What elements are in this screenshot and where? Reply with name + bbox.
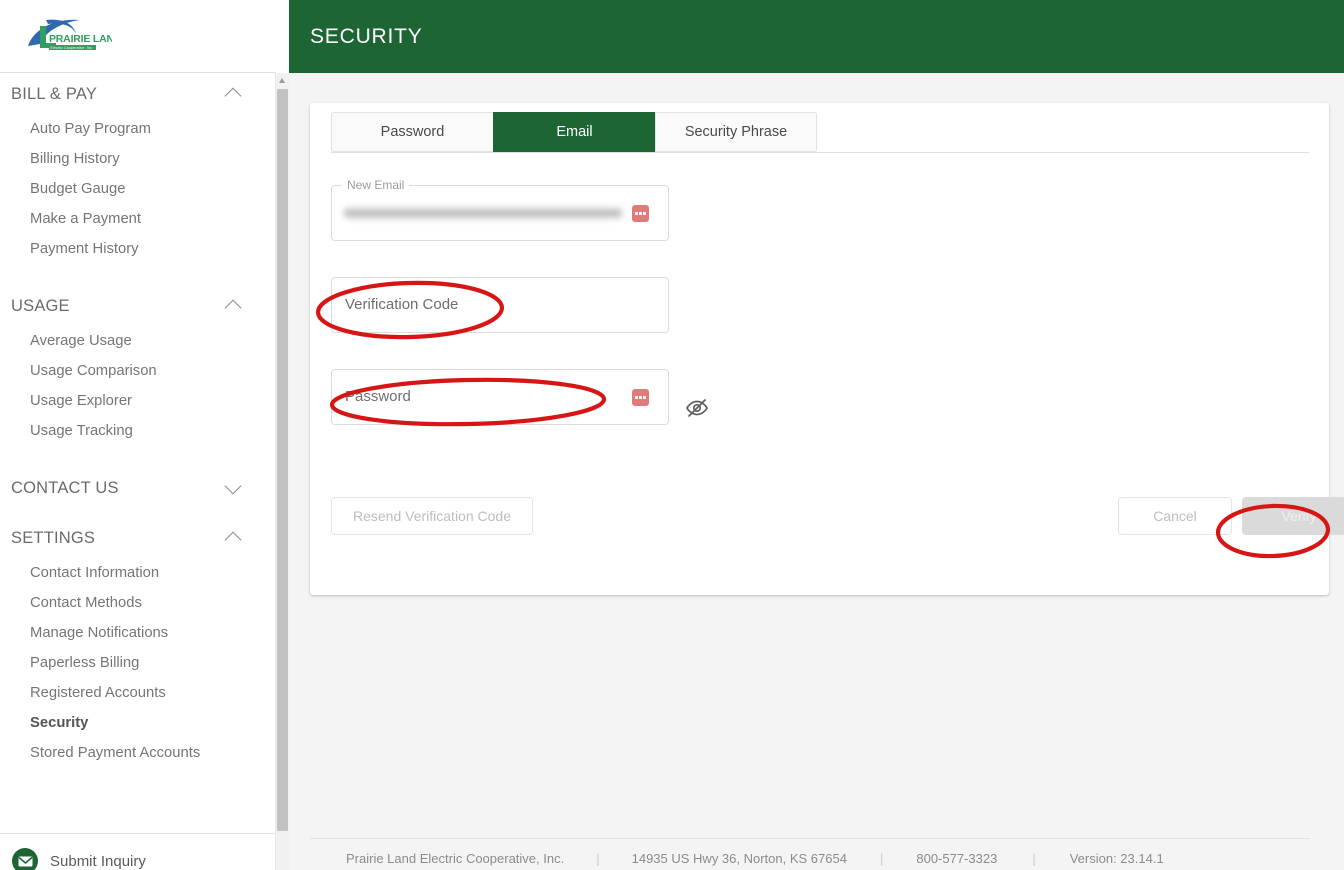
sidebar-item-label: Billing History <box>30 151 120 167</box>
verify-button[interactable]: Verify <box>1242 497 1344 535</box>
sidebar-scrollbar[interactable] <box>275 73 289 843</box>
sidebar-item-budget-gauge[interactable]: Budget Gauge <box>0 174 276 204</box>
sidebar-item-label: Registered Accounts <box>30 685 166 701</box>
prairie-land-logo[interactable]: PRAIRIE LAND Electric Cooperative, Inc. <box>16 12 122 60</box>
eye-off-icon[interactable] <box>685 396 709 420</box>
chevron-up-icon[interactable] <box>226 86 242 102</box>
sidebar-item-label: Budget Gauge <box>30 181 126 197</box>
submit-inquiry-button[interactable]: Submit Inquiry <box>0 834 276 870</box>
sidebar-item-label: Payment History <box>30 241 139 257</box>
footer-separator: | <box>879 850 884 866</box>
sidebar-group-label: SETTINGS <box>11 528 96 547</box>
sidebar-item-make-a-payment[interactable]: Make a Payment <box>0 204 276 234</box>
sidebar-nav[interactable]: BILL & PAY Auto Pay Program Billing Hist… <box>0 74 276 830</box>
main-content: Password Email Security Phrase New Email… <box>289 73 1344 870</box>
password-manager-icon[interactable] <box>632 389 649 406</box>
footer-divider <box>310 838 1310 839</box>
sidebar-item-label: Usage Explorer <box>30 393 132 409</box>
chevron-down-icon[interactable] <box>226 480 242 496</box>
sidebar-item-average-usage[interactable]: Average Usage <box>0 326 276 356</box>
sidebar-item-manage-notifications[interactable]: Manage Notifications <box>0 618 276 648</box>
page-header: SECURITY <box>289 0 1344 73</box>
sidebar-item-label: Manage Notifications <box>30 625 169 641</box>
svg-text:Electric Cooperative, Inc.: Electric Cooperative, Inc. <box>51 46 94 50</box>
sidebar-item-security[interactable]: Security <box>0 708 276 738</box>
sidebar-item-auto-pay-program[interactable]: Auto Pay Program <box>0 114 276 144</box>
new-email-redacted-value <box>344 206 622 220</box>
sidebar-item-label: Paperless Billing <box>30 655 140 671</box>
sidebar-item-payment-history[interactable]: Payment History <box>0 234 276 264</box>
sidebar-item-usage-tracking[interactable]: Usage Tracking <box>0 416 276 446</box>
sidebar-group-settings[interactable]: SETTINGS <box>0 518 276 558</box>
tab-label: Security Phrase <box>684 124 788 140</box>
sidebar-group-usage[interactable]: USAGE <box>0 286 276 326</box>
footer: Prairie Land Electric Cooperative, Inc. … <box>310 846 1320 870</box>
footer-version: Version: 23.14.1 <box>1069 850 1164 866</box>
footer-separator: | <box>1032 850 1036 866</box>
svg-text:PRAIRIE LAND: PRAIRIE LAND <box>49 33 112 45</box>
sidebar-footer: Submit Inquiry <box>0 833 276 870</box>
footer-company: Prairie Land Electric Cooperative, Inc. <box>346 850 565 866</box>
sidebar-group-label: USAGE <box>11 296 70 315</box>
tab-password[interactable]: Password <box>331 112 493 152</box>
logo-area: PRAIRIE LAND Electric Cooperative, Inc. <box>0 0 276 73</box>
cancel-button[interactable]: Cancel <box>1118 497 1232 535</box>
new-email-label: New Email <box>342 178 410 192</box>
sidebar-item-label: Contact Methods <box>30 595 142 611</box>
sidebar-item-label: Usage Tracking <box>30 423 133 439</box>
sidebar-item-label: Contact Information <box>30 565 160 581</box>
footer-phone: 800-577-3323 <box>916 850 998 866</box>
submit-inquiry-label: Submit Inquiry <box>50 852 146 870</box>
envelope-icon <box>12 848 38 870</box>
tab-label: Password <box>380 124 445 140</box>
sidebar-item-stored-payment-accounts[interactable]: Stored Payment Accounts <box>0 738 276 768</box>
sidebar-item-label: Stored Payment Accounts <box>30 745 201 761</box>
sidebar-item-registered-accounts[interactable]: Registered Accounts <box>0 678 276 708</box>
scrollbar-thumb[interactable] <box>277 89 288 831</box>
security-card: Password Email Security Phrase New Email… <box>310 103 1344 595</box>
chevron-up-icon[interactable] <box>226 298 242 314</box>
page-title: SECURITY <box>310 24 423 48</box>
chevron-up-icon[interactable] <box>226 530 242 546</box>
tab-label: Email <box>556 124 593 140</box>
cancel-label: Cancel <box>1153 508 1197 524</box>
verify-label: Verify <box>1281 508 1317 524</box>
sidebar-item-billing-history[interactable]: Billing History <box>0 144 276 174</box>
sidebar-item-paperless-billing[interactable]: Paperless Billing <box>0 648 276 678</box>
resend-verification-code-button[interactable]: Resend Verification Code <box>331 497 533 535</box>
sidebar-item-contact-information[interactable]: Contact Information <box>0 558 276 588</box>
footer-separator: | <box>596 850 600 866</box>
tab-security-phrase[interactable]: Security Phrase <box>655 112 817 152</box>
sidebar-item-usage-explorer[interactable]: Usage Explorer <box>0 386 276 416</box>
sidebar-group-contact-us[interactable]: CONTACT US <box>0 468 276 508</box>
tab-email[interactable]: Email <box>493 112 655 152</box>
tabs-divider <box>331 152 1309 153</box>
verification-code-placeholder: Verification Code <box>345 296 459 313</box>
sidebar-item-contact-methods[interactable]: Contact Methods <box>0 588 276 618</box>
sidebar-item-label: Make a Payment <box>30 211 142 227</box>
sidebar-group-bill-and-pay[interactable]: BILL & PAY <box>0 74 276 114</box>
sidebar-item-label: Average Usage <box>30 333 132 349</box>
sidebar-group-label: CONTACT US <box>11 478 119 497</box>
sidebar-item-label: Security <box>30 715 89 731</box>
security-tabs[interactable]: Password Email Security Phrase <box>331 112 817 152</box>
password-field[interactable]: Password <box>331 369 669 425</box>
password-placeholder: Password <box>345 388 411 405</box>
verification-code-field[interactable]: Verification Code <box>331 277 669 333</box>
application-root: PRAIRIE LAND Electric Cooperative, Inc. … <box>0 0 1344 870</box>
footer-address: 14935 US Hwy 36, Norton, KS 67654 <box>631 850 847 866</box>
resend-verification-code-label: Resend Verification Code <box>353 508 511 524</box>
password-manager-icon[interactable] <box>632 205 649 222</box>
sidebar-item-label: Usage Comparison <box>30 363 157 379</box>
sidebar: PRAIRIE LAND Electric Cooperative, Inc. … <box>0 0 290 870</box>
new-email-field[interactable]: New Email <box>331 178 669 241</box>
sidebar-item-label: Auto Pay Program <box>30 121 151 137</box>
sidebar-item-usage-comparison[interactable]: Usage Comparison <box>0 356 276 386</box>
scrollbar-bottom-cap <box>275 843 289 870</box>
scroll-up-arrow-icon[interactable] <box>276 73 289 88</box>
sidebar-group-label: BILL & PAY <box>11 84 98 103</box>
